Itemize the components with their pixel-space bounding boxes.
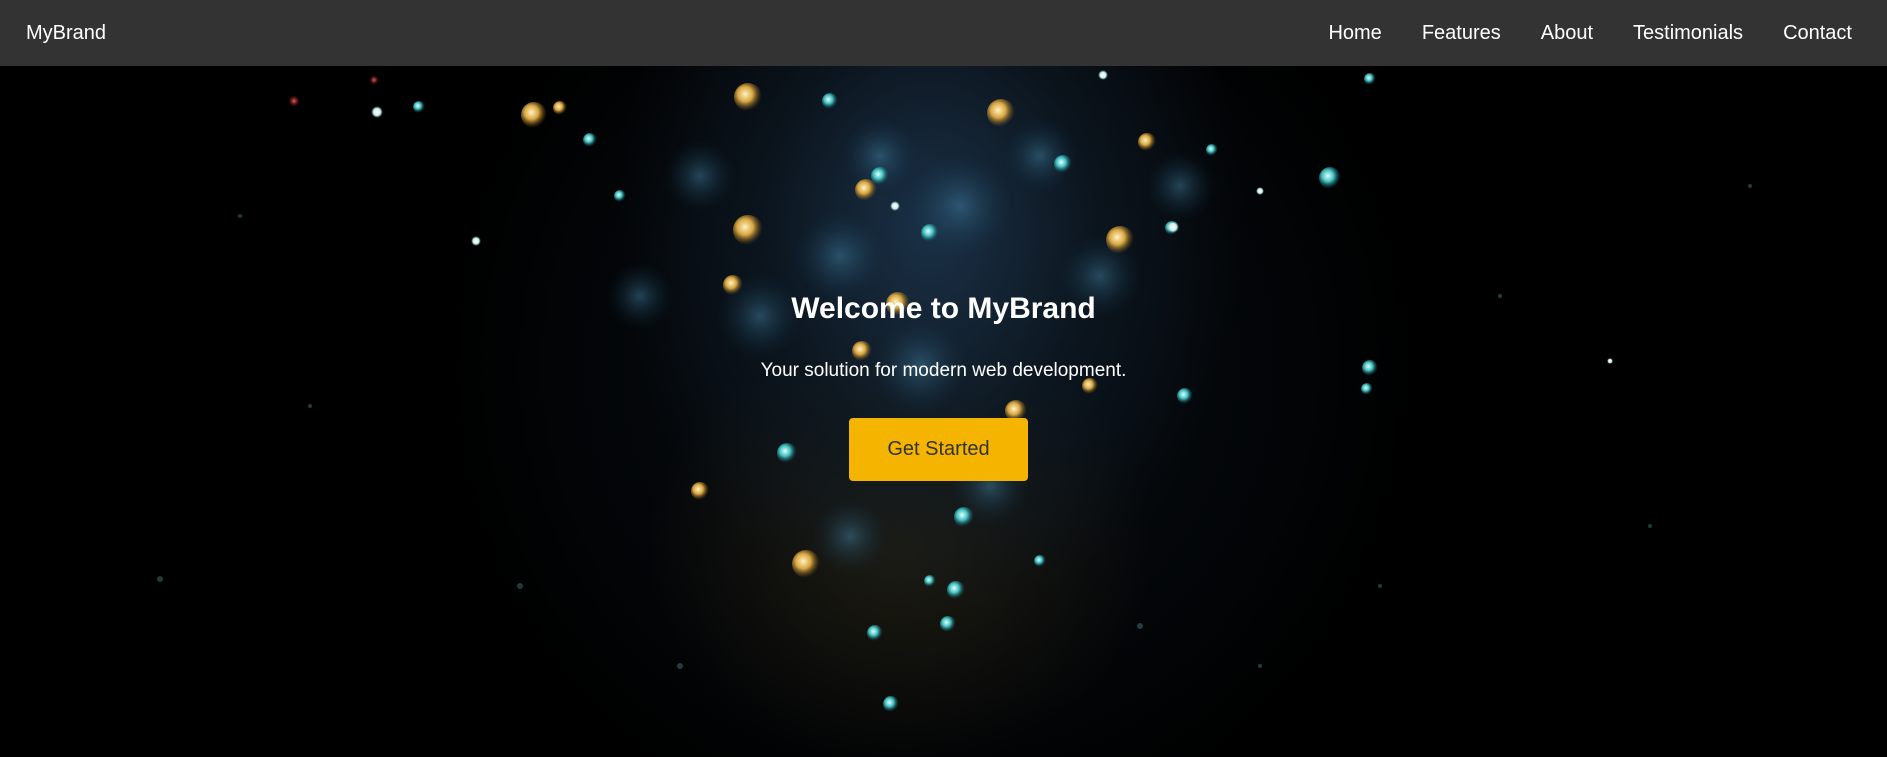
navbar: MyBrand Home Features About Testimonials…	[0, 0, 1887, 66]
nav-link-home[interactable]: Home	[1328, 22, 1381, 45]
nav-link-about[interactable]: About	[1541, 22, 1593, 45]
brand-logo-link[interactable]: MyBrand	[26, 22, 106, 45]
nav-links: Home Features About Testimonials Contact	[1328, 22, 1852, 45]
nav-link-features[interactable]: Features	[1422, 22, 1501, 45]
hero-subtitle: Your solution for modern web development…	[760, 360, 1127, 381]
hero-title: Welcome to MyBrand	[791, 292, 1096, 325]
nav-link-testimonials[interactable]: Testimonials	[1633, 22, 1743, 45]
get-started-button[interactable]: Get Started	[849, 418, 1028, 481]
nav-link-contact[interactable]: Contact	[1783, 22, 1852, 45]
hero-section: Welcome to MyBrand Your solution for mod…	[0, 66, 1887, 757]
hero-background-image	[157, 70, 1752, 712]
